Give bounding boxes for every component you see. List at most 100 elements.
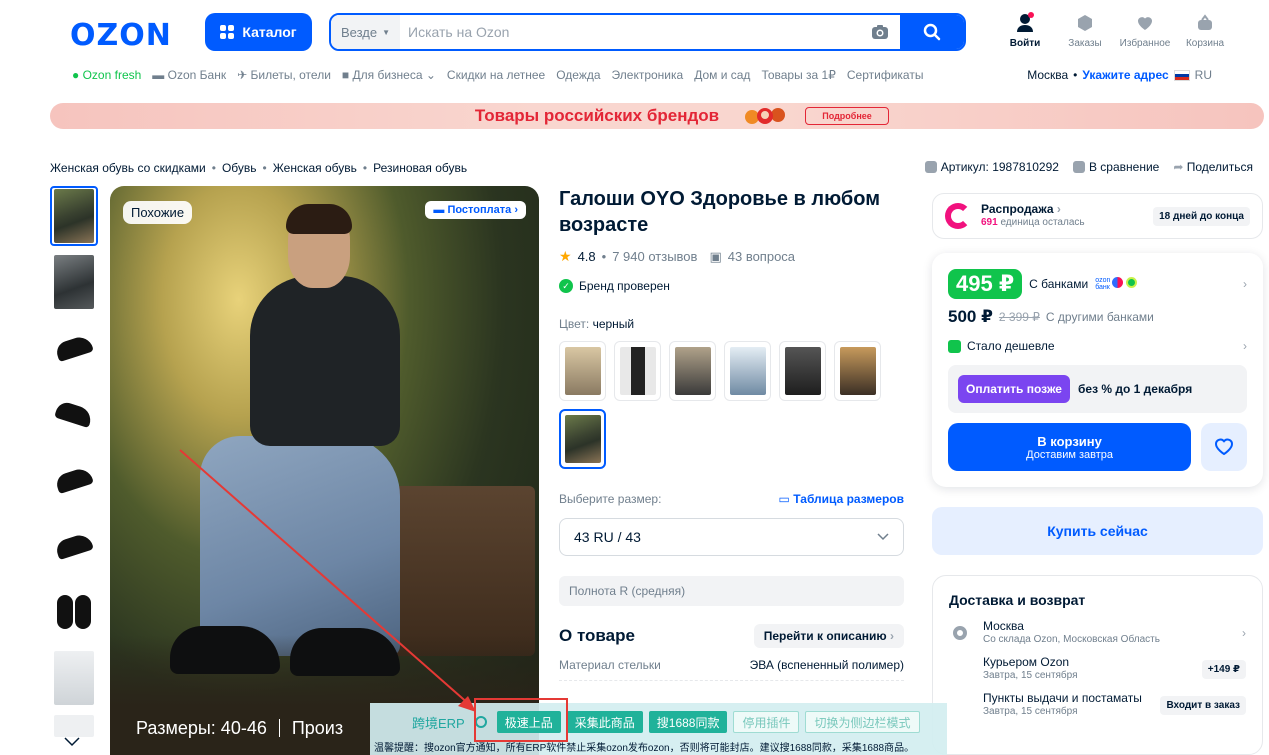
delivery-pickup[interactable]: Пункты выдачи и постаматы Завтра, 15 сент… [983,692,1246,718]
color-swatch[interactable] [559,341,606,401]
spec-key: Материал стельки [559,658,661,672]
add-to-favorites-button[interactable] [1201,423,1247,471]
search-bar: Везде ▼ [329,13,966,51]
nav-item-electronics[interactable]: Электроника [612,68,684,82]
breadcrumb-item[interactable]: Женская обувь [273,161,357,175]
compare-button[interactable]: В сравнение [1072,160,1159,174]
card-price-row[interactable]: 495 ₽ С банками ozon банк › [948,269,1247,299]
galoshes [170,626,410,676]
nav-item-summer-sale[interactable]: Скидки на летнее [447,68,545,82]
nav-item-home-garden[interactable]: Дом и сад [694,68,750,82]
color-swatch[interactable] [614,341,661,401]
ozon-logo[interactable]: OZON [70,18,172,53]
courier-price: +149 ₽ [1201,659,1246,679]
delivery-card: Доставка и возврат Москва Со склада Ozon,… [932,575,1263,755]
login-label: Войти [1009,38,1041,49]
color-swatch[interactable] [834,341,881,401]
share-button[interactable]: ➦ Поделиться [1173,160,1253,174]
search-icon [923,23,941,41]
nav-item-certificates[interactable]: Сертификаты [847,68,924,82]
box-icon [1078,15,1092,31]
briefcase-icon: ■ [341,68,350,82]
thumbnail[interactable] [50,384,98,444]
orders-button[interactable]: Заказы [1055,12,1115,49]
breadcrumb-item[interactable]: Резиновая обувь [373,161,467,175]
thumbnail[interactable] [50,516,98,576]
chevron-down-icon[interactable] [64,737,80,747]
favorites-button[interactable]: Избранное [1115,12,1175,49]
thumbnail[interactable] [50,648,98,708]
erp-disable-button[interactable]: 停用插件 [733,711,800,733]
thumbnail[interactable] [50,450,98,510]
erp-sidebar-mode-button[interactable]: 切换为侧边栏模式 [805,711,920,733]
thumbnail[interactable] [50,186,98,246]
thumbnail[interactable] [50,252,98,312]
similar-tag[interactable]: Похожие [123,201,193,224]
leaf-icon: ● [72,68,80,82]
breadcrumb-item[interactable]: Обувь [222,161,257,175]
nav-item-clothes[interactable]: Одежда [556,68,600,82]
lang-label[interactable]: RU [1195,68,1212,82]
nav-item-tickets[interactable]: ✈ Билеты, отели [237,68,331,82]
sale-card[interactable]: Распродажа › 691 единица осталась 18 дне… [932,193,1263,239]
camera-icon[interactable] [860,15,900,49]
tshirt [250,276,400,446]
questions-link[interactable]: 43 вопроса [728,249,795,264]
catalog-button[interactable]: Каталог [205,13,312,51]
size-select[interactable]: 43 RU / 43 [559,518,904,556]
color-swatch-selected[interactable] [559,409,606,469]
catalog-label: Каталог [242,24,297,40]
erp-search-1688-button[interactable]: 搜1688同款 [648,711,728,733]
nav-item-ozon-fresh[interactable]: ● Ozon fresh [72,68,141,82]
header-actions: Войти Заказы Избранное Корзина [995,12,1235,49]
banner-title: Товары российских брендов [474,106,720,125]
promo-banner[interactable]: Товары российских брендов Подробнее [50,103,1264,129]
cart-button[interactable]: Корзина [1175,12,1235,49]
login-button[interactable]: Войти [995,12,1055,49]
rating-value: 4.8 [577,249,596,264]
delivery-courier[interactable]: Курьером Ozon Завтра, 15 сентября +149 ₽ [983,656,1246,682]
regular-price: 500 ₽ [948,307,993,326]
pay-later-button[interactable]: Оплатить позже [958,375,1070,403]
erp-collect-button[interactable]: 采集此商品 [566,711,643,733]
about-title: О товаре [559,626,635,645]
size-table-link[interactable]: ▭ Таблица размеров [779,492,904,506]
color-swatch[interactable] [669,341,716,401]
nav-item-business[interactable]: ■ Для бизнеса ⌄ [342,68,436,82]
sale-days-badge: 18 дней до конца [1153,206,1250,226]
banner-more-button[interactable]: Подробнее [805,107,889,125]
product-main-image[interactable]: Похожие ▬ Постоплата › Размеры: 40-46 Про… [110,186,539,755]
postpay-tag[interactable]: ▬ Постоплата › [425,201,526,219]
add-to-cart-button[interactable]: В корзину Доставим завтра [948,423,1192,471]
price-dropped[interactable]: Стало дешевле › [948,339,1247,353]
go-to-description-button[interactable]: Перейти к описанию › [753,624,904,648]
pay-later-row[interactable]: Оплатить позже без % до 1 декабря [948,365,1247,413]
search-input[interactable] [400,15,860,49]
address-link[interactable]: Укажите адрес [1082,68,1168,82]
breadcrumb-item[interactable]: Женская обувь со скидками [50,161,206,175]
erp-warning-note: 温馨提醒：搜ozon官方通知，所有ERP软件禁止采集ozon发布ozon，否则将… [374,743,915,754]
color-swatch[interactable] [724,341,771,401]
nav-item-ozon-bank[interactable]: ▬ Ozon Банк [152,68,226,82]
search-button[interactable] [900,15,964,49]
nav-item-one-ruble[interactable]: Товары за 1₽ [761,68,835,82]
thumbnail[interactable] [50,714,98,738]
location-selector[interactable]: Москва • Укажите адрес RU [1027,68,1212,82]
buy-now-button[interactable]: Купить сейчас [932,507,1263,555]
thumbnail[interactable] [50,582,98,642]
heart-icon [1215,438,1234,456]
color-swatch[interactable] [779,341,826,401]
share-icon: ➦ [1173,160,1184,174]
search-scope-dropdown[interactable]: Везде ▼ [331,15,401,49]
color-label: Цвет: черный [559,317,635,331]
rating-row[interactable]: ★ 4.8 • 7 940 отзывов ▣ 43 вопроса [559,248,904,265]
header: OZON Каталог Везде ▼ Войти Заказы Избран… [0,0,1269,100]
delivery-location[interactable]: Москва Со склада Ozon, Московская Область… [949,620,1246,646]
cart-label: Корзина [1185,38,1225,49]
article-number[interactable]: Артикул: 1987810292 [924,160,1059,174]
reviews-link[interactable]: 7 940 отзывов [612,249,697,264]
thumbnail[interactable] [50,318,98,378]
price-card: 495 ₽ С банками ozon банк › 500 ₽ 2 399 … [932,253,1263,487]
sale-logo-icon [945,203,971,229]
old-price: 2 399 ₽ [998,310,1040,324]
